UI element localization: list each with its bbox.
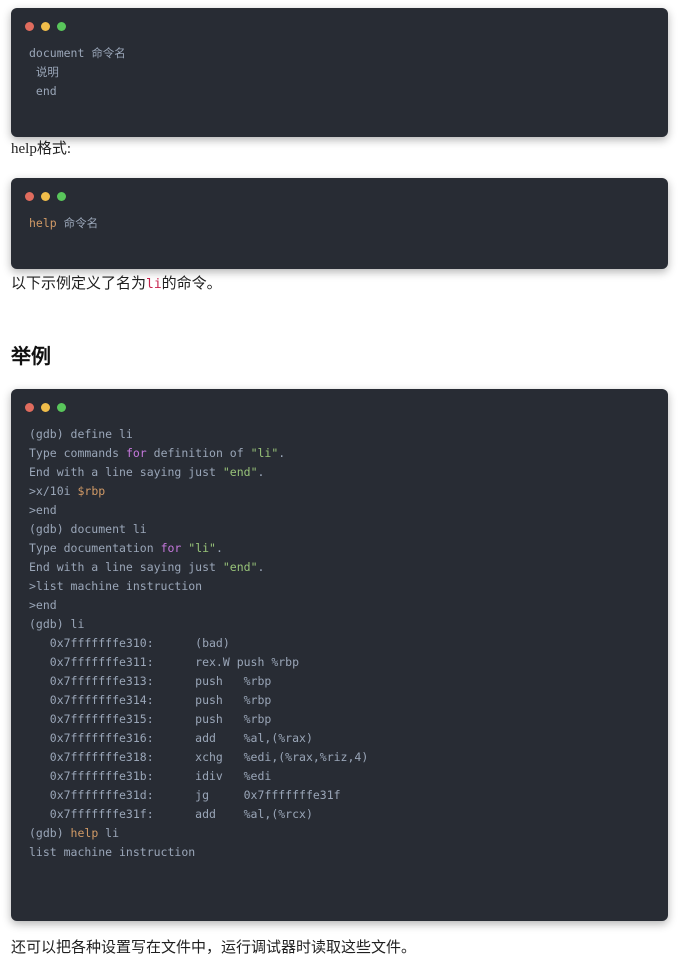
code-token: 0x7fffffffe316: add %al,(%rax) [29,731,313,745]
code-token: "li" [250,446,279,460]
closing-paragraph: 还可以把各种设置写在文件中，运行调试器时读取这些文件。 [11,940,417,956]
code-line: 0x7fffffffe313: push %rbp [29,672,650,691]
code-token: . [278,446,286,460]
code-line: >x/10i $rbp [29,482,650,501]
code-token: 0x7fffffffe318: xchg %edi,(%rax,%riz,4) [29,750,369,764]
document-page: document 命令名 说明 end help格式: help 命令名 以下示… [0,0,678,964]
code-line: 0x7fffffffe310: (bad) [29,634,650,653]
code-token: document [29,46,92,60]
code-line: >list machine instruction [29,577,650,596]
code-line: 0x7fffffffe31f: add %al,(%rcx) [29,805,650,824]
code-token: End with a line saying just [29,560,223,574]
code-line: 0x7fffffffe311: rex.W push %rbp [29,653,650,672]
minimize-dot-yellow-icon[interactable] [41,402,50,412]
maximize-dot-green-icon[interactable] [57,21,66,31]
code-token: 命令名 [56,216,99,230]
code-token: 0x7fffffffe310: (bad) [29,636,230,650]
maximize-dot-green-icon[interactable] [57,191,66,201]
code-token: 0x7fffffffe311: rex.W push %rbp [29,655,300,669]
code-line: (gdb) define li [29,425,650,444]
code-token: End with a line saying just [29,465,223,479]
code-token: "li" [188,541,216,555]
code-token: help [70,826,99,840]
code-content-help-syntax: help 命令名 [11,204,668,269]
window-titlebar [11,8,668,34]
window-titlebar [11,389,668,415]
code-token: "end" [222,465,258,479]
code-token: (gdb) document li [29,522,147,536]
code-line: (gdb) li [29,615,650,634]
code-line: (gdb) help li [29,824,650,843]
code-token: list machine instruction [29,845,196,859]
code-line: >end [29,596,650,615]
code-line: 0x7fffffffe31d: jg 0x7fffffffe31f [29,786,650,805]
code-token: >x/10i [29,484,78,498]
code-line: 说明 [29,63,650,82]
code-token: "end" [222,560,258,574]
code-token: 0x7fffffffe31f: add %al,(%rcx) [29,807,313,821]
code-window-gdb-session: (gdb) define li Type commands for definit… [11,389,668,921]
minimize-dot-yellow-icon[interactable] [41,191,50,201]
code-token: >end [29,503,57,517]
code-line: end [29,82,650,101]
code-line: document 命令名 [29,44,650,63]
code-line: list machine instruction [29,843,650,862]
code-token: $rbp [77,484,106,498]
code-token: for [160,541,182,555]
code-token: help [29,216,57,230]
window-titlebar [11,178,668,204]
code-token: >list machine instruction [29,579,203,593]
code-token: . [215,541,223,555]
code-line: 0x7fffffffe316: add %al,(%rax) [29,729,650,748]
code-token: Type documentation [29,541,161,555]
code-token: (gdb) define li [29,427,133,441]
code-token: . [257,465,265,479]
maximize-dot-green-icon[interactable] [57,402,66,412]
example-intro-code: li [146,277,162,292]
code-token: 0x7fffffffe31d: jg 0x7fffffffe31f [29,788,341,802]
code-token: 说明 [29,65,59,79]
code-token: 0x7fffffffe314: push %rbp [29,693,272,707]
code-line: 0x7fffffffe31b: idiv %edi [29,767,650,786]
code-token: >end [29,598,57,612]
code-window-document-syntax: document 命令名 说明 end [11,8,668,137]
code-line: Type commands for definition of "li". [29,444,650,463]
code-token: Type commands [29,446,126,460]
code-line: 0x7fffffffe318: xchg %edi,(%rax,%riz,4) [29,748,650,767]
code-token: . [257,560,265,574]
code-line: help 命令名 [29,214,650,233]
code-window-help-syntax: help 命令名 [11,178,668,269]
close-dot-red-icon[interactable] [25,21,34,31]
code-line: >end [29,501,650,520]
code-token: (gdb) li [29,617,85,631]
code-token: (gdb) [29,826,71,840]
code-line: (gdb) document li [29,520,650,539]
code-line: End with a line saying just "end". [29,463,650,482]
code-token: li [98,826,120,840]
code-token: definition of [146,446,251,460]
code-token: 0x7fffffffe31b: idiv %edi [29,769,272,783]
code-line: 0x7fffffffe315: push %rbp [29,710,650,729]
code-token: 0x7fffffffe313: push %rbp [29,674,272,688]
page-section-heading: 举例 [11,346,51,368]
code-line: 0x7fffffffe314: push %rbp [29,691,650,710]
code-line: End with a line saying just "end". [29,558,650,577]
code-token: 命令名 [91,46,126,60]
example-intro-paragraph: 以下示例定义了名为li的命令。 [11,272,222,297]
code-content-gdb-session: (gdb) define li Type commands for definit… [11,415,668,921]
minimize-dot-yellow-icon[interactable] [41,21,50,31]
example-intro-after: 的命令。 [161,276,222,292]
code-line: Type documentation for "li". [29,539,650,558]
code-token: for [125,446,147,460]
code-token: end [29,84,57,98]
help-format-label: help格式: [11,141,71,157]
close-dot-red-icon[interactable] [25,191,34,201]
example-intro-before: 以下示例定义了名为 [11,276,147,292]
code-token: 0x7fffffffe315: push %rbp [29,712,272,726]
code-content-document-syntax: document 命令名 说明 end [11,34,668,137]
close-dot-red-icon[interactable] [25,402,34,412]
